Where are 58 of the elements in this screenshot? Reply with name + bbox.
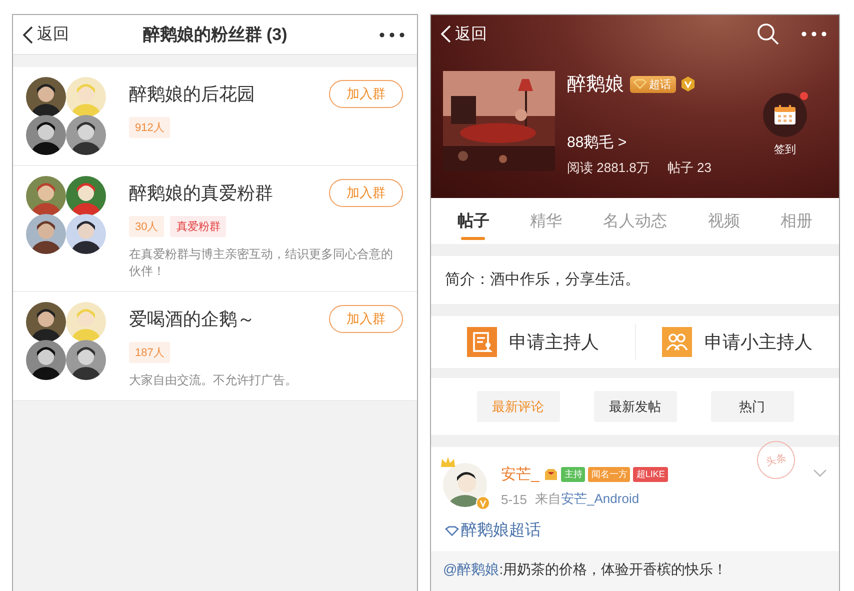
- verified-icon: [680, 76, 696, 92]
- author-name[interactable]: 安芒_: [501, 465, 540, 484]
- tab[interactable]: 帖子: [453, 198, 494, 244]
- back-button[interactable]: 返回: [23, 24, 69, 45]
- level-badge-icon: [544, 468, 558, 482]
- join-group-button[interactable]: 加入群: [329, 305, 403, 333]
- post-date: 5-15: [501, 492, 528, 506]
- post-text: :用奶茶的价格，体验开香槟的快乐！: [499, 561, 728, 577]
- document-person-icon: [466, 327, 497, 357]
- join-group-button[interactable]: 加入群: [329, 80, 403, 108]
- user-badge: 主持: [561, 467, 586, 482]
- tab[interactable]: 相册: [776, 198, 817, 244]
- mention-link[interactable]: @醉鹅娘: [443, 561, 500, 577]
- topic-introduction: 简介：酒中作乐，分享生活。: [431, 256, 839, 304]
- read-count: 阅读 2881.8万: [567, 159, 650, 177]
- group-tag: 真爱粉群: [170, 216, 226, 237]
- check-in-label: 签到: [774, 143, 796, 157]
- group-row[interactable]: 醉鹅娘的后花园 加入群 912人: [13, 67, 417, 166]
- diamond-icon: [445, 526, 459, 536]
- check-in-button[interactable]: [763, 93, 807, 137]
- group-name: 爱喝酒的企鹅～: [129, 308, 255, 331]
- feathers-link[interactable]: 88鹅毛 >: [567, 133, 763, 152]
- source-link[interactable]: 安芒_Android: [561, 490, 640, 508]
- group-tag: 30人: [129, 216, 164, 237]
- sort-button[interactable]: 最新发帖: [594, 391, 676, 422]
- apply-button[interactable]: 申请主持人: [431, 324, 634, 360]
- user-badge: 闻名一方: [588, 467, 630, 482]
- verified-icon: [476, 496, 490, 510]
- tab[interactable]: 视频: [704, 198, 744, 244]
- group-name: 醉鹅娘的后花园: [129, 83, 255, 106]
- page-title: 醉鹅娘的粉丝群 (3): [142, 24, 288, 46]
- join-group-button[interactable]: 加入群: [329, 179, 403, 207]
- more-icon[interactable]: [379, 32, 405, 38]
- tab[interactable]: 精华: [526, 198, 566, 244]
- group-description: 在真爱粉群与博主亲密互动，结识更多同心合意的伙伴！: [129, 246, 394, 280]
- group-row[interactable]: 醉鹅娘的真爱粉群 加入群 30人 真爱粉群 在真爱粉群与博主亲密互动，结识更多同心合意的伙伴！: [13, 166, 417, 292]
- crown-icon: [440, 456, 456, 468]
- group-name: 醉鹅娘的真爱粉群: [129, 182, 273, 205]
- super-topic-badge: 超话: [630, 76, 676, 92]
- people-icon: [662, 327, 692, 357]
- more-icon[interactable]: [801, 31, 827, 37]
- search-icon[interactable]: [757, 23, 779, 45]
- back-button[interactable]: 返回: [441, 24, 487, 44]
- sort-button[interactable]: 热门: [710, 391, 794, 422]
- topic-name: 醉鹅娘: [567, 73, 624, 97]
- tab[interactable]: 名人动态: [598, 198, 671, 244]
- topic-link[interactable]: 醉鹅娘超话: [461, 520, 541, 541]
- source-label: 来自: [535, 490, 562, 508]
- calendar-icon: [774, 105, 796, 125]
- apply-button[interactable]: 申请小主持人: [634, 324, 839, 360]
- post-count: 帖子 23: [667, 159, 712, 177]
- back-icon: [441, 25, 451, 43]
- user-badge: 超LIKE: [633, 467, 668, 482]
- group-description: 大家自由交流。不允许打广告。: [129, 372, 298, 389]
- group-tag: 187人: [129, 342, 170, 363]
- back-icon: [23, 26, 33, 44]
- group-tag: 912人: [129, 117, 170, 138]
- group-row[interactable]: 爱喝酒的企鹅～ 加入群 187人 大家自由交流。不允许打广告。: [13, 292, 417, 401]
